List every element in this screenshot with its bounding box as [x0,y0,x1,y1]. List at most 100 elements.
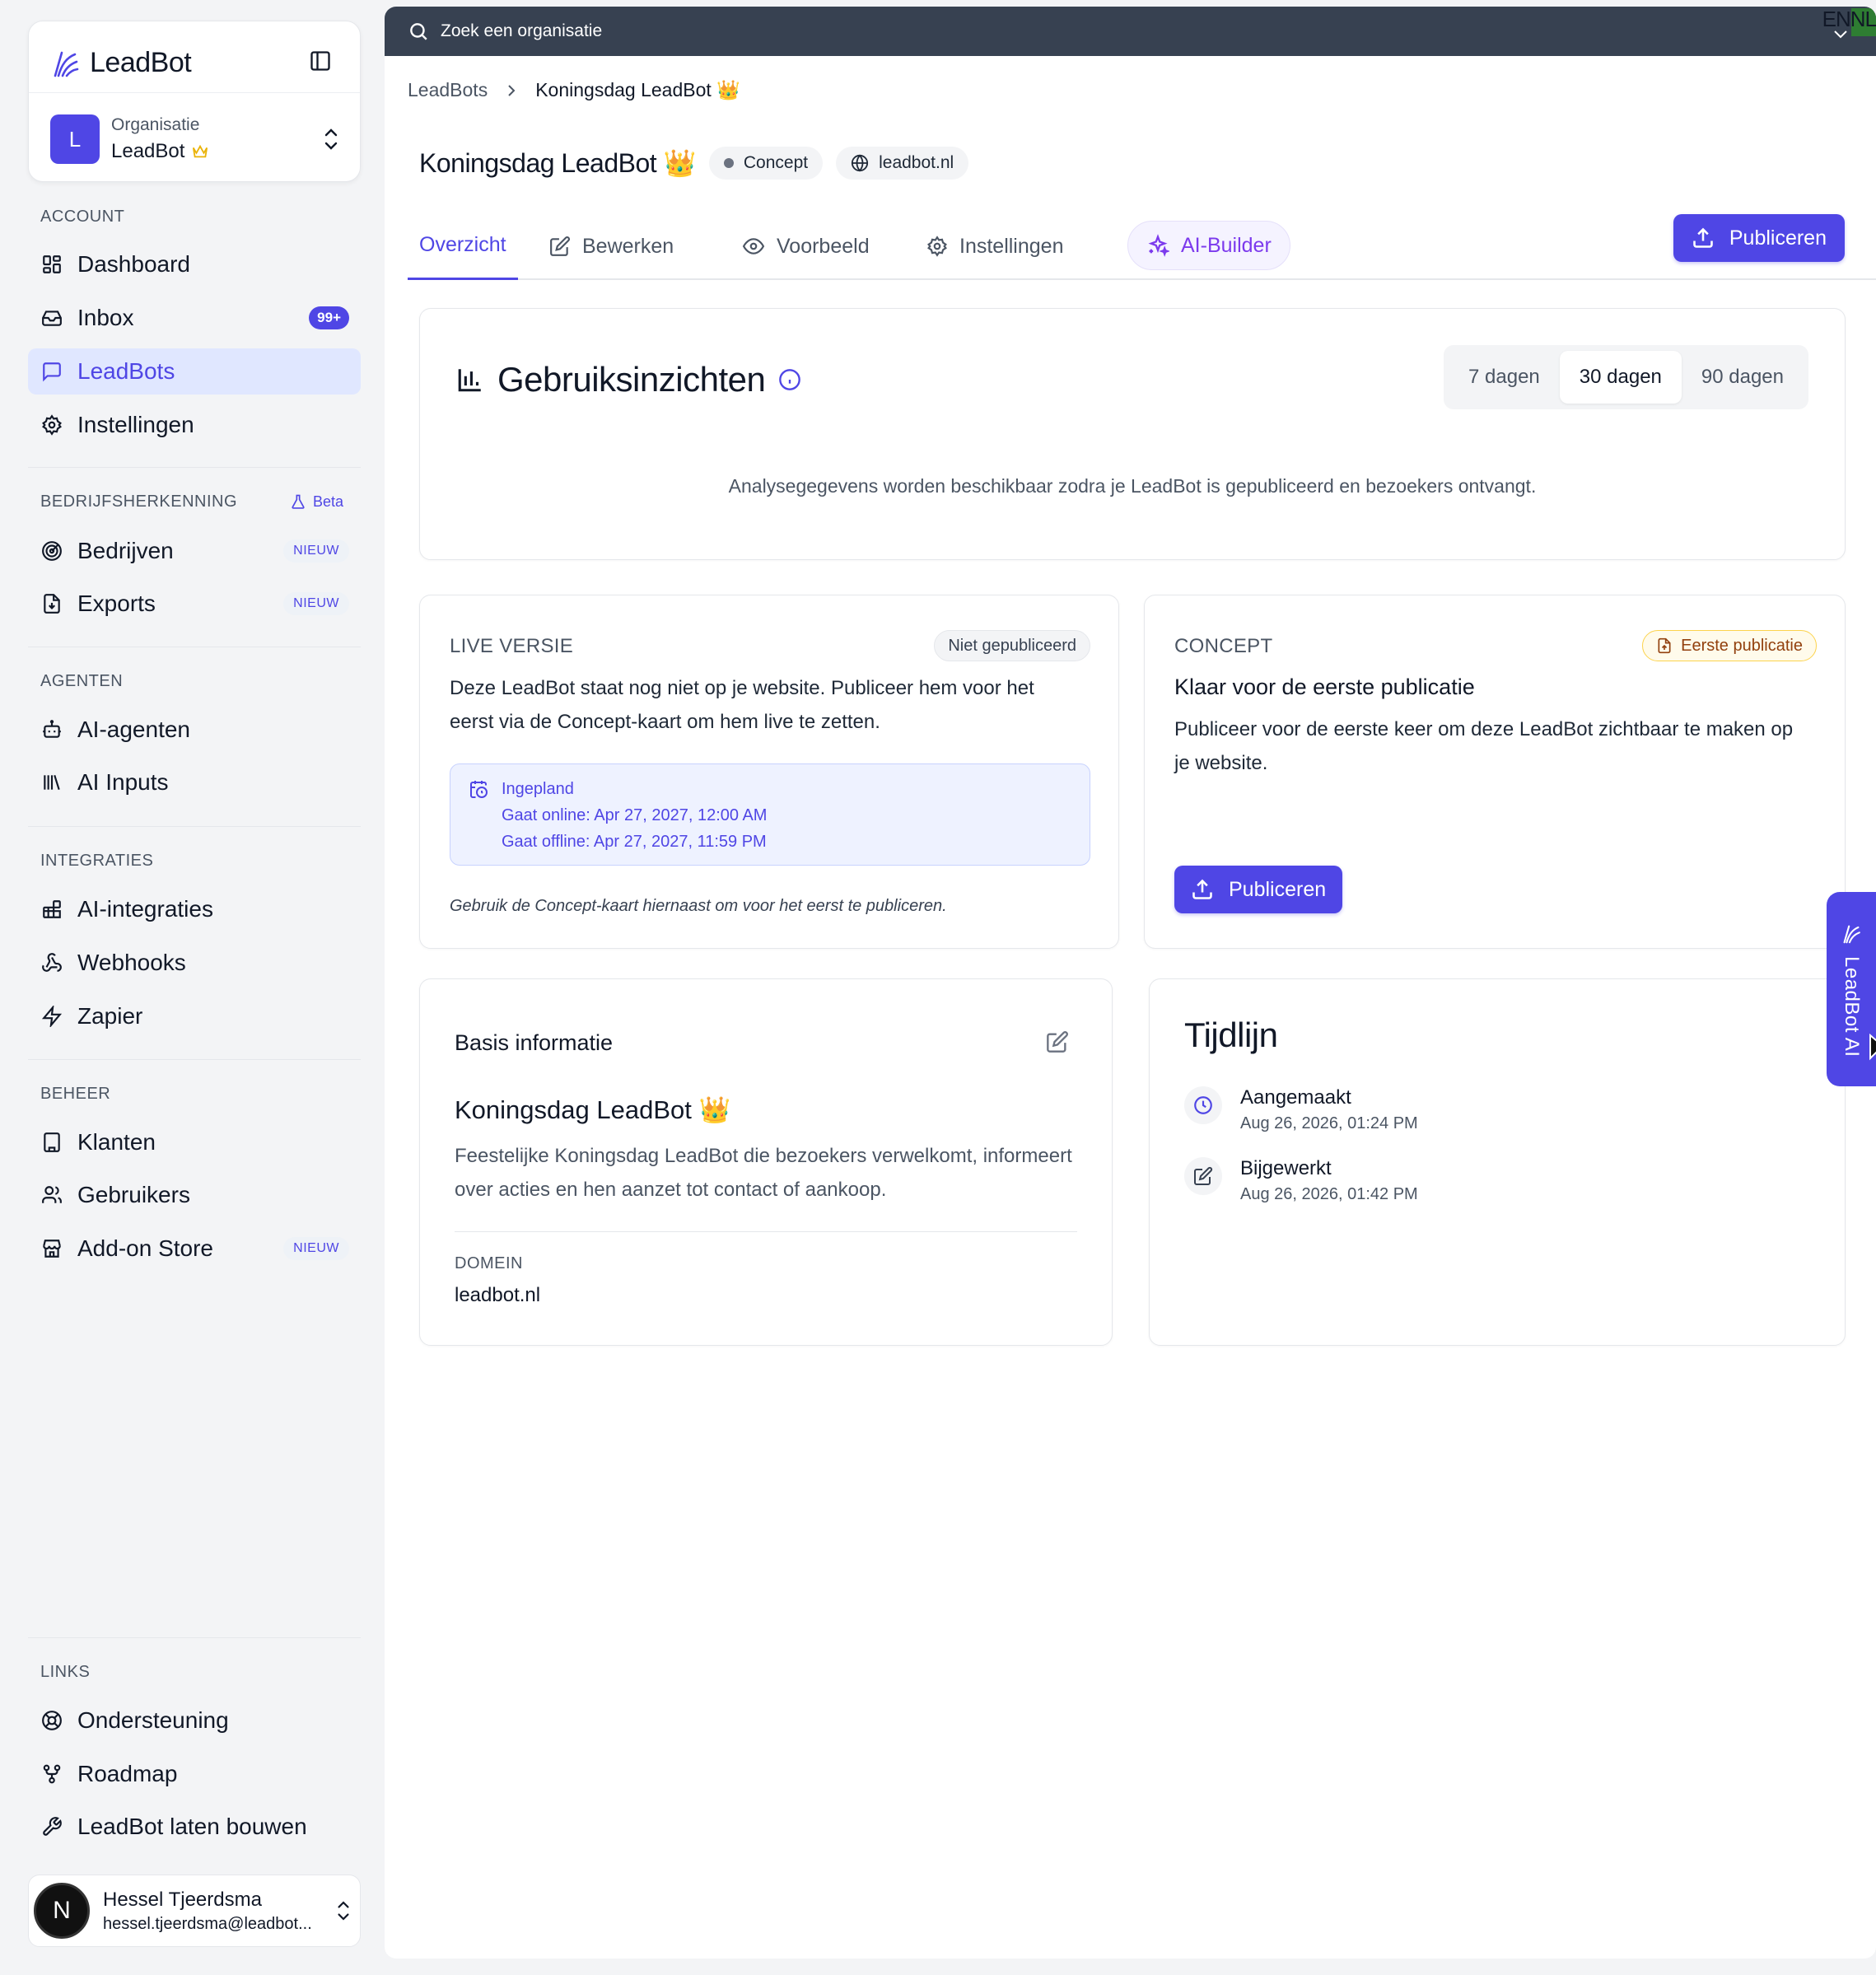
publish-button[interactable]: Publiceren [1673,214,1845,262]
tab-label: Overzicht [419,233,506,256]
timeline-label: Aangemaakt [1240,1086,1351,1109]
domain-value: leadbot.nl [455,1284,541,1306]
divider [28,467,361,468]
sidebar-item-exports[interactable]: Exports NIEUW [28,581,361,627]
tab-overzicht[interactable]: Overzicht [408,212,518,280]
language-switcher[interactable]: ENNL [1822,7,1876,32]
schedule-online: Gaat online: Apr 27, 2027, 12:00 AM [502,806,768,824]
sidebar-item-label: Webhooks [77,950,186,975]
timeline-item: Aangemaakt Aug 26, 2026, 01:24 PM [1184,1086,1418,1133]
sidebar-item-label: Zapier [77,1003,143,1029]
sidebar-item-inbox[interactable]: Inbox 99+ [28,295,361,341]
basic-info-card: Basis informatie Koningsdag LeadBot 👑 Fe… [419,978,1113,1346]
breadcrumb-current: Koningsdag LeadBot 👑 [535,79,740,100]
publish-concept-button[interactable]: Publiceren [1174,866,1343,913]
section-label-bedrijfsherkenning: BEDRIJFSHERKENNING [40,493,238,511]
timeline-title: Tijdlijn [1184,1016,1278,1054]
domain-label: DOMEIN [455,1254,523,1272]
sidebar-item-gebruikers[interactable]: Gebruikers [28,1172,361,1218]
users-icon [40,1183,64,1207]
chevrons-up-down-icon [319,123,343,156]
tab-bewerken[interactable]: Bewerken [538,212,685,280]
crown-icon [193,144,208,158]
tab-instellingen[interactable]: Instellingen [915,212,1075,280]
edit-icon [1184,1157,1222,1195]
section-label-account: ACCOUNT [40,208,125,226]
concept-label: CONCEPT [1174,635,1273,657]
life-buoy-icon [40,1708,64,1733]
sidebar-item-label: Roadmap [77,1761,178,1786]
chevrons-up-down-icon [327,1899,360,1922]
sidebar-item-ondersteuning[interactable]: Ondersteuning [28,1697,361,1744]
library-icon [40,770,64,795]
search-icon [410,23,427,40]
clock-icon [1184,1086,1222,1124]
sidebar-item-label: AI-agenten [77,717,190,742]
brand-logo[interactable]: LeadBot [49,38,192,87]
leadbot-logo-icon [49,46,82,79]
sidebar-item-ai-integraties[interactable]: AI-integraties [28,886,361,932]
gear-icon [927,236,947,257]
live-version-card: LIVE VERSIE Niet gepubliceerd Deze LeadB… [419,595,1119,949]
sidebar-item-addon-store[interactable]: Add-on Store NIEUW [28,1226,361,1272]
webhook-icon [40,950,64,975]
collapse-sidebar-button[interactable] [306,46,335,76]
sidebar-item-label: Gebruikers [77,1182,190,1207]
status-dot [723,158,734,168]
sidebar-item-bedrijven[interactable]: Bedrijven NIEUW [28,528,361,574]
usage-insights-card: Gebruiksinzichten 7 dagen 30 dagen 90 da… [419,308,1846,560]
organisation-search[interactable]: Zoek een organisatie [385,7,1876,56]
section-label-links: LINKS [40,1663,91,1681]
user-menu[interactable]: N Hessel Tjeerdsma hessel.tjeerdsma@lead… [28,1875,361,1947]
sidebar-item-leadbots[interactable]: LeadBots [28,348,361,395]
organisation-switcher[interactable]: L Organisatie LeadBot [50,112,343,166]
sidebar-item-laten-bouwen[interactable]: LeadBot laten bouwen [28,1804,361,1850]
timeline-card: Tijdlijn Aangemaakt Aug 26, 2026, 01:24 … [1149,978,1846,1346]
period-7-dagen[interactable]: 7 dagen [1449,351,1560,404]
sidebar-item-klanten[interactable]: Klanten [28,1119,361,1165]
breadcrumb: LeadBots Koningsdag LeadBot 👑 [408,79,740,101]
mouse-cursor-icon [1869,1034,1876,1065]
sidebar-item-webhooks[interactable]: Webhooks [28,940,361,986]
tab-ai-builder[interactable]: AI-Builder [1127,221,1290,270]
bar-chart-icon [458,369,481,392]
sidebar-item-instellingen[interactable]: Instellingen [28,402,361,448]
sidebar-item-label: Exports [77,591,156,616]
divider [29,92,360,93]
edit-icon[interactable] [1046,1030,1069,1053]
flask-icon [292,494,305,509]
status-label: Concept [743,153,809,172]
sparkles-icon [1148,234,1169,257]
divider [28,1059,361,1060]
sidebar-item-dashboard[interactable]: Dashboard [28,241,361,287]
sidebar-item-zapier[interactable]: Zapier [28,993,361,1039]
status-badge: Concept [708,147,824,180]
period-selector: 7 dagen 30 dagen 90 dagen [1444,345,1808,409]
brand-name: LeadBot [90,46,192,78]
divider [28,1637,361,1638]
sidebar-item-label: Instellingen [77,412,194,437]
sidebar-item-ai-inputs[interactable]: AI Inputs [28,759,361,805]
sidebar-item-label: Dashboard [77,251,190,277]
tab-voorbeeld[interactable]: Voorbeeld [730,212,881,280]
git-fork-icon [40,1762,64,1786]
breadcrumb-leadbots[interactable]: LeadBots [408,79,488,101]
timeline-date: Aug 26, 2026, 01:42 PM [1240,1185,1418,1203]
store-icon [40,1236,64,1261]
sidebar-item-roadmap[interactable]: Roadmap [28,1751,361,1797]
upload-icon [1192,879,1212,899]
divider [455,1231,1077,1232]
sidebar-item-ai-agenten[interactable]: AI-agenten [28,707,361,753]
gear-icon [40,413,64,437]
period-90-dagen[interactable]: 90 dagen [1682,351,1804,404]
info-icon[interactable] [778,368,801,391]
sidebar-item-label: Inbox [77,305,134,330]
schedule-offline: Gaat offline: Apr 27, 2027, 11:59 PM [502,833,767,851]
concept-card: CONCEPT Eerste publicatie Klaar voor de … [1144,595,1846,949]
section-label-agenten: AGENTEN [40,672,124,690]
search-input[interactable]: Zoek een organisatie [441,21,602,41]
calendar-clock-icon [470,781,488,798]
sidebar-item-label: Ondersteuning [77,1707,229,1733]
period-30-dagen[interactable]: 30 dagen [1559,351,1682,404]
main-content: Zoek een organisatie ENNL LeadBots Konin… [385,7,1876,1959]
